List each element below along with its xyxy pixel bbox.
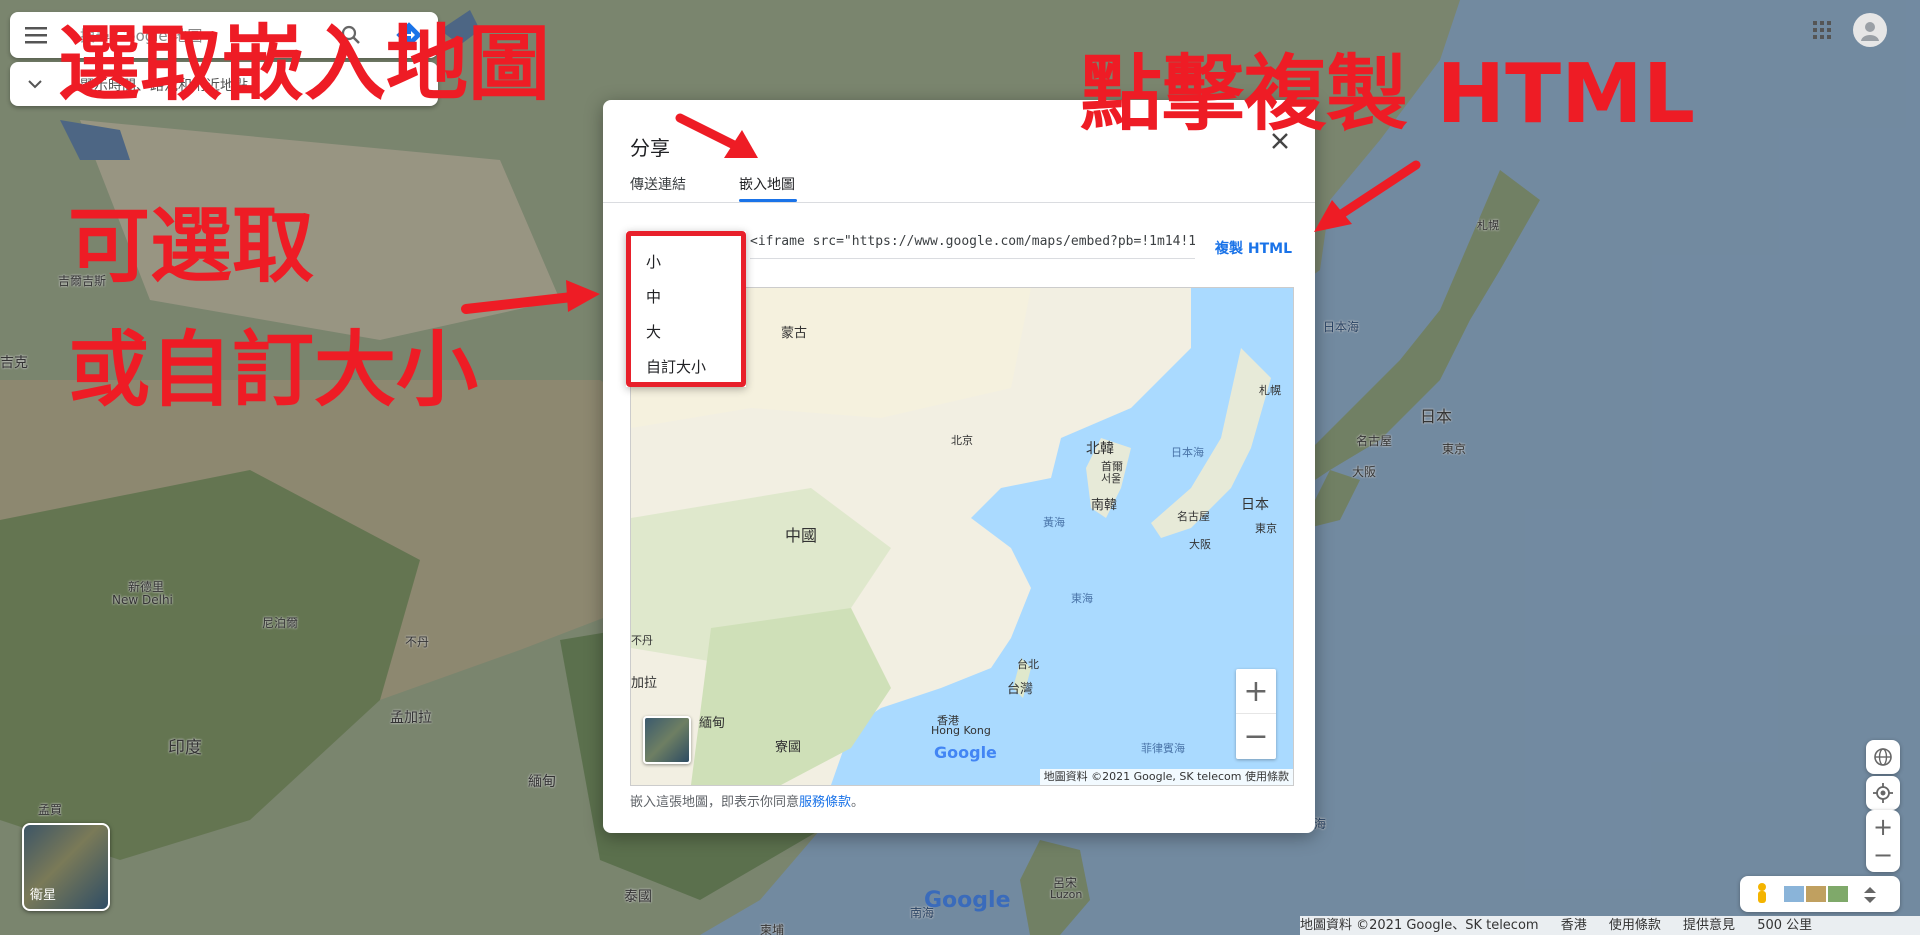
annotation-arrows: [461, 113, 1421, 314]
screen: 吉爾吉斯 吉克 新德里 New Delhi 尼泊爾 不丹 孟加拉 印度 緬甸 泰…: [0, 0, 1920, 935]
arrow-to-embed-tab: [675, 113, 758, 158]
arrow-to-copy-html: [1314, 160, 1421, 232]
arrow-to-size-menu: [461, 280, 600, 314]
